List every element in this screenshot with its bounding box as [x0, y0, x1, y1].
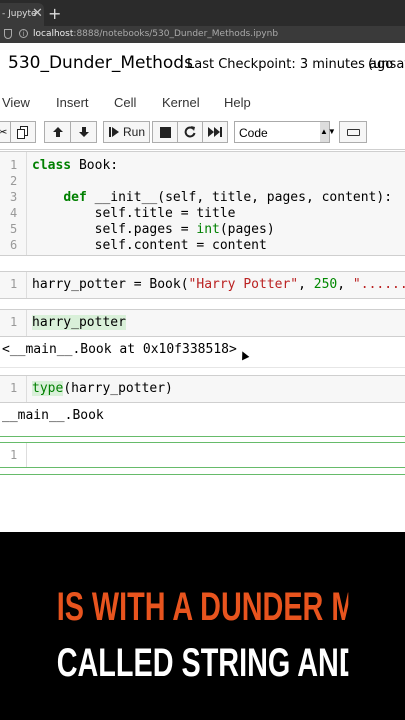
string: "Harry Potter" — [188, 277, 299, 292]
copy-button[interactable] — [10, 121, 36, 143]
arrow-down-icon — [78, 127, 89, 137]
line-number: 4 — [10, 206, 18, 220]
menu-kernel[interactable]: Kernel — [162, 95, 200, 110]
cell-output: __main__.Book — [2, 408, 104, 423]
url-host: localhost — [33, 29, 74, 39]
line-number: 6 — [10, 238, 18, 252]
line-number: 1 — [10, 158, 18, 172]
keyword: class — [32, 158, 72, 173]
code-text: (harry_potter) — [63, 381, 173, 396]
code-line: class Book: — [32, 158, 118, 173]
active-cell-border — [0, 474, 405, 475]
line-gutter: 1 — [0, 443, 27, 467]
builtin: type — [32, 381, 64, 396]
cut-icon: ✂ — [0, 125, 8, 139]
menu-view[interactable]: View — [2, 95, 30, 110]
keyword: def — [63, 190, 87, 205]
cell-type-value: Code — [239, 126, 268, 140]
code-cell-3[interactable]: 1 harry_potter — [0, 309, 405, 337]
active-cell-border — [0, 436, 405, 437]
line-gutter: 1 2 3 4 5 6 — [0, 152, 27, 255]
notebook-page: 530_Dunder_Methods Last Checkpoint: 3 mi… — [0, 43, 405, 532]
code-text: self.pages = — [32, 222, 197, 237]
new-tab-icon[interactable]: + — [48, 4, 61, 23]
notebook-header: 530_Dunder_Methods Last Checkpoint: 3 mi… — [0, 43, 405, 85]
chevron-down-icon: ▲▼ — [320, 122, 336, 142]
code-text: __init__(self, title, pages, content): — [86, 190, 393, 205]
url-path: :8888/notebooks/530_Dunder_Methods.ipynb — [73, 29, 279, 39]
line-number: 1 — [10, 448, 18, 462]
caption-line-1: IS WITH A DUNDER METHOD — [56, 585, 349, 629]
menu-help[interactable]: Help — [224, 95, 251, 110]
notebook-title[interactable]: 530_Dunder_Methods — [8, 53, 193, 73]
command-palette-button[interactable] — [339, 121, 367, 143]
code-text: harry_potter = Book( — [32, 277, 189, 292]
restart-button[interactable] — [177, 121, 203, 143]
unsaved-status: (unsaved — [368, 57, 405, 72]
code-text: Book: — [71, 158, 119, 173]
keyboard-icon — [347, 129, 360, 136]
move-up-button[interactable] — [44, 121, 71, 143]
url-text[interactable]: localhost:8888/notebooks/530_Dunder_Meth… — [33, 29, 278, 39]
code-text: , — [298, 277, 314, 292]
code-text: , — [337, 277, 353, 292]
run-button[interactable]: Run — [103, 121, 150, 143]
run-all-button[interactable] — [202, 121, 228, 143]
code-line: harry_potter — [32, 315, 126, 330]
refresh-icon — [184, 126, 196, 138]
menu-cell[interactable]: Cell — [114, 95, 136, 110]
caption-line-2: CALLED STRING AND — [56, 641, 349, 685]
line-number: 2 — [10, 174, 18, 188]
line-gutter: 1 — [0, 310, 27, 336]
run-label: Run — [122, 125, 145, 139]
shield-icon — [4, 29, 12, 39]
line-number: 1 — [10, 277, 18, 291]
cell-type-select[interactable]: Code ▲▼ — [234, 121, 336, 143]
string: "...... — [352, 277, 405, 292]
info-icon[interactable]: i — [19, 29, 28, 38]
close-icon[interactable]: ✕ — [32, 6, 43, 21]
line-number: 1 — [10, 315, 18, 329]
code-line: self.pages = int(pages) — [32, 222, 275, 237]
line-gutter: 1 — [0, 376, 27, 402]
code-line: self.title = title — [32, 206, 236, 221]
code-cell-5[interactable]: 1 — [0, 442, 405, 468]
cell-divider — [0, 367, 405, 368]
line-gutter: 1 — [0, 272, 27, 298]
stop-icon — [159, 126, 171, 138]
number: 250 — [313, 277, 338, 292]
mouse-cursor — [238, 349, 250, 361]
code-line: self.content = content — [32, 238, 267, 253]
menu-insert[interactable]: Insert — [56, 95, 89, 110]
address-bar[interactable]: i localhost:8888/notebooks/530_Dunder_Me… — [0, 26, 405, 43]
interrupt-button[interactable] — [152, 121, 178, 143]
move-down-button[interactable] — [70, 121, 97, 143]
notebook-toolbar: ✂ Run Code ▲▼ — [0, 119, 405, 145]
builtin: int — [196, 222, 220, 237]
line-number: 3 — [10, 190, 18, 204]
checkpoint-status: Last Checkpoint: 3 minutes ago — [187, 57, 394, 72]
line-number: 1 — [10, 381, 18, 395]
copy-icon — [17, 125, 28, 139]
code-cell-1[interactable]: 1 2 3 4 5 6 class Book: def __init__(sel… — [0, 151, 405, 256]
code-cell-4[interactable]: 1 type(harry_potter) — [0, 375, 405, 403]
line-number: 5 — [10, 222, 18, 236]
code-line: harry_potter = Book("Harry Potter", 250,… — [32, 277, 405, 292]
code-line: type(harry_potter) — [32, 381, 173, 396]
cell-output: <__main__.Book at 0x10f338518> — [2, 342, 237, 357]
code-text: (pages) — [219, 222, 275, 237]
browser-tab-bar: - Jupyte ✕ + — [0, 0, 405, 26]
code-cell-2[interactable]: 1 harry_potter = Book("Harry Potter", 25… — [0, 271, 405, 299]
fast-forward-icon — [208, 127, 222, 137]
browser-tab[interactable]: - Jupyte ✕ — [0, 3, 44, 26]
toolbar-divider — [0, 149, 405, 150]
menu-bar: View Insert Cell Kernel Help — [0, 91, 405, 115]
step-forward-icon — [108, 127, 119, 137]
code-line: def __init__(self, title, pages, content… — [32, 190, 392, 205]
arrow-up-icon — [52, 127, 63, 137]
